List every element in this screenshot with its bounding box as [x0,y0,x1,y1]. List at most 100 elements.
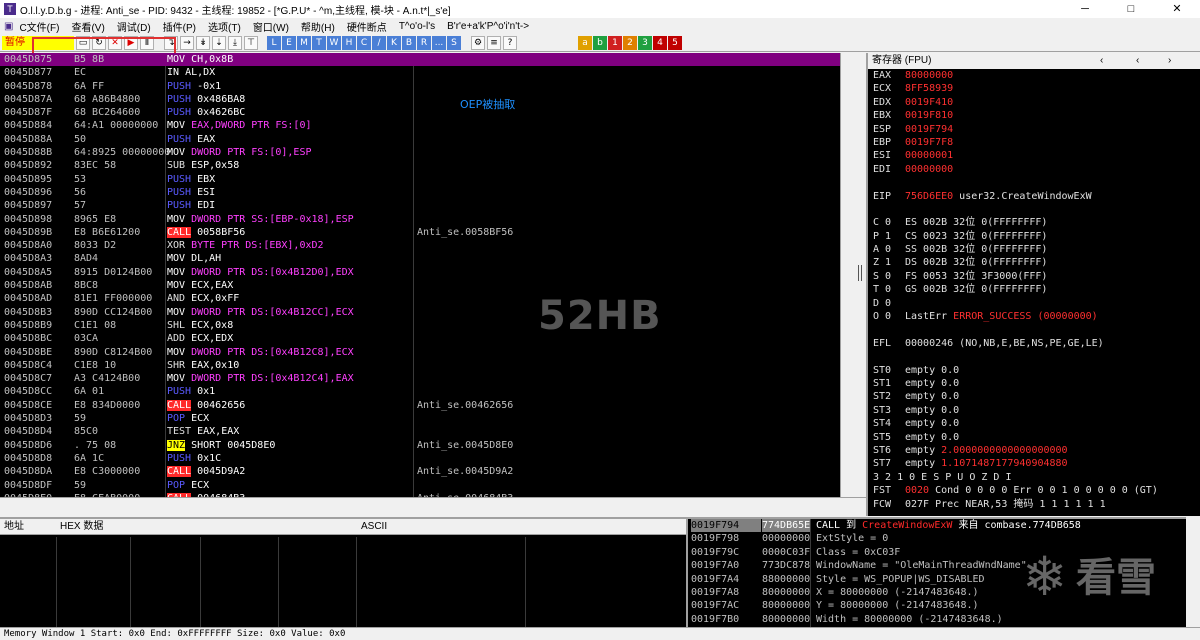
disasm-row[interactable]: 0045D8AB 8BC8 MOV ECX,EAX [0,279,840,292]
window-shortcut-button[interactable]: S [447,35,461,50]
register-value[interactable]: 00000000 [905,163,953,176]
register-line[interactable] [868,176,1200,189]
plugin-shortcut-button[interactable]: 2 [623,35,637,50]
register-value[interactable]: 0019F7F8 [905,136,953,149]
disasm-row[interactable]: 0045D8A0 8033 D2 XOR BYTE PTR DS:[EBX],0xD… [0,239,840,252]
window-shortcut-button[interactable]: W [327,35,341,50]
disasm-row[interactable]: 0045D8C7 A3 C4124B00 MOV DWORD PTR DS:[0x4… [0,372,840,385]
disasm-row[interactable]: 0045D8B3 890D CC124B00 MOV DWORD PTR DS:[0… [0,306,840,319]
window-shortcut-button[interactable]: C [357,35,371,50]
register-line[interactable]: ST6 empty 2.0000000000000000000 [868,444,1200,457]
disasm-row[interactable]: 0045D8D6 . 75 08 JNZ SHORT 0045D8E0 Anti_se… [0,439,840,452]
disasm-row[interactable]: 0045D8CC 6A 01 PUSH 0x1 [0,385,840,398]
disasm-row[interactable]: 0045D896 56 PUSH ESI [0,186,840,199]
register-line[interactable] [868,203,1200,216]
menu-item[interactable]: T^o'o-l's [399,21,435,32]
register-line[interactable]: ST1 empty 0.0 [868,377,1200,390]
disasm-row[interactable]: 0045D8BC 03CA ADD ECX,EDX [0,332,840,345]
register-line[interactable]: EAX 80000000 [868,69,1200,82]
stack-row[interactable]: 0019F794 774DB65E CALL 到 CreateWindowExW 来… [688,519,1200,533]
goto-icon[interactable]: ⊤ [244,35,258,50]
register-line[interactable]: ST0 empty 0.0 [868,364,1200,377]
register-line[interactable]: ST2 empty 0.0 [868,390,1200,403]
register-line[interactable]: EDX 0019F410 [868,96,1200,109]
window-shortcut-button[interactable]: M [297,35,311,50]
register-line[interactable]: EBX 0019F810 [868,109,1200,122]
close-button[interactable]: ✕ [1154,0,1200,18]
menu-item[interactable]: 查看(V) [71,19,104,34]
disasm-row[interactable]: 0045D8D8 6A 1C PUSH 0x1C [0,452,840,465]
disasm-row[interactable]: 0045D8D3 59 POP ECX [0,412,840,425]
disassembly-hscroll[interactable] [0,497,866,517]
register-line[interactable]: EDI 00000000 [868,163,1200,176]
register-line[interactable]: ESP 0019F794 [868,123,1200,136]
disasm-row[interactable]: 0045D897 57 PUSH EDI [0,199,840,212]
plugin-shortcut-button[interactable]: 1 [608,35,622,50]
disasm-row[interactable]: 0045D878 6A FF PUSH -0x1 [0,80,840,93]
window-shortcut-button[interactable]: R [417,35,431,50]
register-line[interactable] [868,323,1200,336]
help-icon[interactable]: ? [503,35,517,50]
register-line[interactable]: ST4 empty 0.0 [868,417,1200,430]
disasm-row[interactable]: 0045D8A5 8915 D0124B00 MOV DWORD PTR DS:[0… [0,266,840,279]
register-line[interactable]: ECX 8FF58939 [868,82,1200,95]
disasm-row[interactable]: 0045D8B9 C1E1 08 SHL ECX,0x8 [0,319,840,332]
disassembly-scrollbar[interactable] [840,53,866,497]
register-line[interactable]: 3 2 1 0 E S P U O Z D I [868,471,1200,484]
trace-into-icon[interactable]: ↡ [196,35,210,50]
menu-item[interactable]: 硬件断点 [347,19,387,34]
register-line[interactable]: Z 1 DS 002B 32位 0(FFFFFFFF) [868,256,1200,269]
disasm-row[interactable]: 0045D8D4 85C0 TEST EAX,EAX [0,425,840,438]
window-shortcut-button[interactable]: H [342,35,356,50]
memory-dump-pane[interactable]: 地址 HEX 数据 ASCII [0,517,686,629]
register-line[interactable]: FCW 027F Prec NEAR,53 掩码 1 1 1 1 1 1 [868,498,1200,511]
register-line[interactable]: O 0 LastErr ERROR_SUCCESS (00000000) [868,310,1200,323]
stack-row[interactable]: 0019F7B0 80000000 Width = 80000000 (-21474… [688,613,1200,626]
trace-over-icon[interactable]: ⇣ [212,35,226,50]
register-line[interactable]: C 0 ES 002B 32位 0(FFFFFFFF) [868,216,1200,229]
disasm-row[interactable]: 0045D8DA E8 C3000000 CALL 0045D9A2 Anti_se.… [0,465,840,478]
minimize-button[interactable]: ─ [1062,0,1108,18]
register-line[interactable]: T 0 GS 002B 32位 0(FFFFFFFF) [868,283,1200,296]
menu-item[interactable]: 选项(T) [208,19,241,34]
register-value[interactable]: 0019F410 [905,96,953,109]
disasm-row[interactable]: 0045D87A 68 A86B4800 PUSH 0x486BA8 [0,93,840,106]
window-shortcut-button[interactable]: / [372,35,386,50]
disasm-row[interactable]: 0045D892 83EC 58 SUB ESP,0x58 [0,159,840,172]
menu-item[interactable]: 窗口(W) [253,19,289,34]
disasm-row[interactable]: 0045D898 8965 E8 MOV DWORD PTR SS:[EBP-0x1… [0,213,840,226]
register-value[interactable]: 0019F794 [905,123,953,136]
step-over-icon[interactable]: → [180,35,194,50]
disassembly-pane[interactable]: 0045D875 B5 8B MOV CH,0x8B 0045D877 EC IN AL,… [0,53,840,497]
prev-arrow-icon[interactable]: ‹ [1100,53,1103,69]
register-line[interactable]: A 0 SS 002B 32位 0(FFFFFFFF) [868,243,1200,256]
disasm-row[interactable]: 0045D88A 50 PUSH EAX [0,133,840,146]
register-line[interactable] [868,350,1200,363]
menu-item[interactable]: C文件(F) [19,19,59,34]
disasm-row[interactable]: 0045D8C4 C1E8 10 SHR EAX,0x10 [0,359,840,372]
pane-splitter[interactable] [858,265,862,281]
window-shortcut-button[interactable]: ... [432,35,446,50]
register-value[interactable]: 80000000 [905,69,953,82]
register-value[interactable]: 0019F810 [905,109,953,122]
registers-pane[interactable]: 寄存器 (FPU) ‹ ‹ › EAX 80000000 ECX 8FF58939 ED… [866,53,1200,516]
app-menu-icon[interactable]: ▣ [4,21,13,32]
disasm-row[interactable]: 0045D8A3 8AD4 MOV DL,AH [0,252,840,265]
register-line[interactable]: EFL 00000246 (NO,NB,E,BE,NS,PE,GE,LE) [868,337,1200,350]
disasm-row[interactable]: 0045D8BE 890D C8124B00 MOV DWORD PTR DS:[0… [0,346,840,359]
maximize-button[interactable]: □ [1108,0,1154,18]
disasm-row[interactable]: 0045D8DF 59 POP ECX [0,479,840,492]
next-arrow-icon[interactable]: ‹ [1136,53,1139,69]
register-line[interactable]: ST7 empty 1.1071487177940904880 [868,457,1200,470]
register-value[interactable]: 8FF58939 [905,82,953,95]
register-value[interactable]: 756D6EE0 [905,190,953,203]
stack-row[interactable]: 0019F798 00000000 ExtStyle = 0 [688,532,1200,545]
menu-item[interactable]: B'r'e+a'k'P^o'i'n't-> [447,21,529,32]
plugin-shortcut-button[interactable]: b [593,35,607,50]
disasm-row[interactable]: 0045D877 EC IN AL,DX [0,66,840,79]
disasm-row[interactable]: 0045D87F 68 BC264600 PUSH 0x4626BC [0,106,840,119]
register-line[interactable]: D 0 [868,297,1200,310]
disasm-row[interactable]: 0045D884 64:A1 00000000 MOV EAX,DWORD PTR … [0,119,840,132]
plugin-shortcut-button[interactable]: 4 [653,35,667,50]
register-line[interactable]: P 1 CS 0023 32位 0(FFFFFFFF) [868,230,1200,243]
